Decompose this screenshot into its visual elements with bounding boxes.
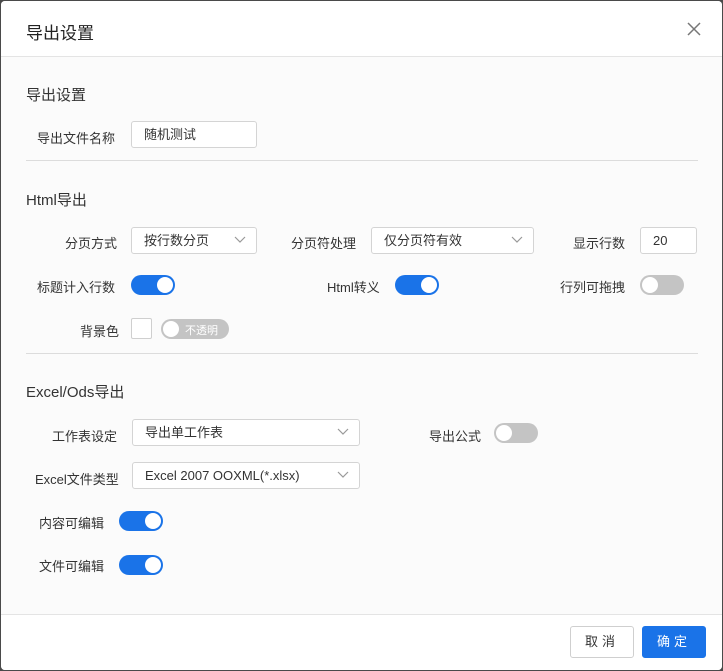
toggle-knob <box>496 425 512 441</box>
divider <box>26 353 698 354</box>
content-edit-label: 内容可编辑 <box>39 516 105 531</box>
chevron-down-icon <box>511 236 523 243</box>
filename-input[interactable]: 随机测试 <box>131 121 257 148</box>
toggle-knob <box>157 277 173 293</box>
section-title-general: 导出设置 <box>26 87 87 104</box>
filetype-select[interactable]: Excel 2007 OOXML(*.xlsx) <box>132 462 360 489</box>
ok-button[interactable]: 确定 <box>642 626 706 658</box>
sheet-label: 工作表设定 <box>52 429 118 444</box>
rows-label: 显示行数 <box>573 236 626 251</box>
title-rows-toggle[interactable] <box>131 275 175 295</box>
html-escape-label: Html转义 <box>327 280 380 295</box>
title-rows-label: 标题计入行数 <box>37 280 116 295</box>
pagebreak-label: 分页符处理 <box>291 236 357 251</box>
bgcolor-label: 背景色 <box>80 324 120 339</box>
toggle-knob <box>642 277 658 293</box>
section-title-html: Html导出 <box>26 192 87 209</box>
section-title-excel: Excel/Ods导出 <box>26 384 125 401</box>
cancel-button[interactable]: 取消 <box>570 626 634 658</box>
paging-select[interactable]: 按行数分页 <box>131 227 257 254</box>
export-settings-dialog: 导出设置 导出设置 导出文件名称 随机测试 Html导出 分页方式 按行数分页 … <box>1 1 722 670</box>
opacity-toggle[interactable]: 不透明 <box>161 319 229 339</box>
file-edit-toggle[interactable] <box>119 555 163 575</box>
filetype-label: Excel文件类型 <box>35 472 119 487</box>
dialog-header: 导出设置 <box>1 1 722 57</box>
filename-label: 导出文件名称 <box>37 131 116 146</box>
dialog-footer: 取消 确定 <box>1 614 722 670</box>
opacity-toggle-label: 不透明 <box>185 325 218 337</box>
sheet-select[interactable]: 导出单工作表 <box>132 419 360 446</box>
content-edit-toggle[interactable] <box>119 511 163 531</box>
pagebreak-select-value: 仅分页符有效 <box>384 233 463 248</box>
toggle-knob <box>163 321 179 337</box>
file-edit-label: 文件可编辑 <box>39 559 105 574</box>
draggable-toggle[interactable] <box>640 275 684 295</box>
dialog-body: 导出设置 导出文件名称 随机测试 Html导出 分页方式 按行数分页 分页符处理… <box>1 57 722 614</box>
toggle-knob <box>145 557 161 573</box>
formula-toggle[interactable] <box>494 423 538 443</box>
formula-label: 导出公式 <box>429 429 482 444</box>
html-escape-toggle[interactable] <box>395 275 439 295</box>
chevron-down-icon <box>234 236 246 243</box>
rows-input[interactable]: 20 <box>640 227 697 254</box>
pagebreak-select[interactable]: 仅分页符有效 <box>371 227 534 254</box>
close-icon[interactable] <box>685 20 703 38</box>
sheet-select-value: 导出单工作表 <box>145 425 224 440</box>
chevron-down-icon <box>337 428 349 435</box>
draggable-label: 行列可拖拽 <box>560 280 626 295</box>
paging-label: 分页方式 <box>65 236 118 251</box>
bgcolor-swatch[interactable] <box>131 318 152 339</box>
paging-select-value: 按行数分页 <box>144 233 210 248</box>
filetype-select-value: Excel 2007 OOXML(*.xlsx) <box>145 468 300 483</box>
dialog-title: 导出设置 <box>26 24 94 43</box>
toggle-knob <box>421 277 437 293</box>
divider <box>26 160 698 161</box>
chevron-down-icon <box>337 471 349 478</box>
toggle-knob <box>145 513 161 529</box>
